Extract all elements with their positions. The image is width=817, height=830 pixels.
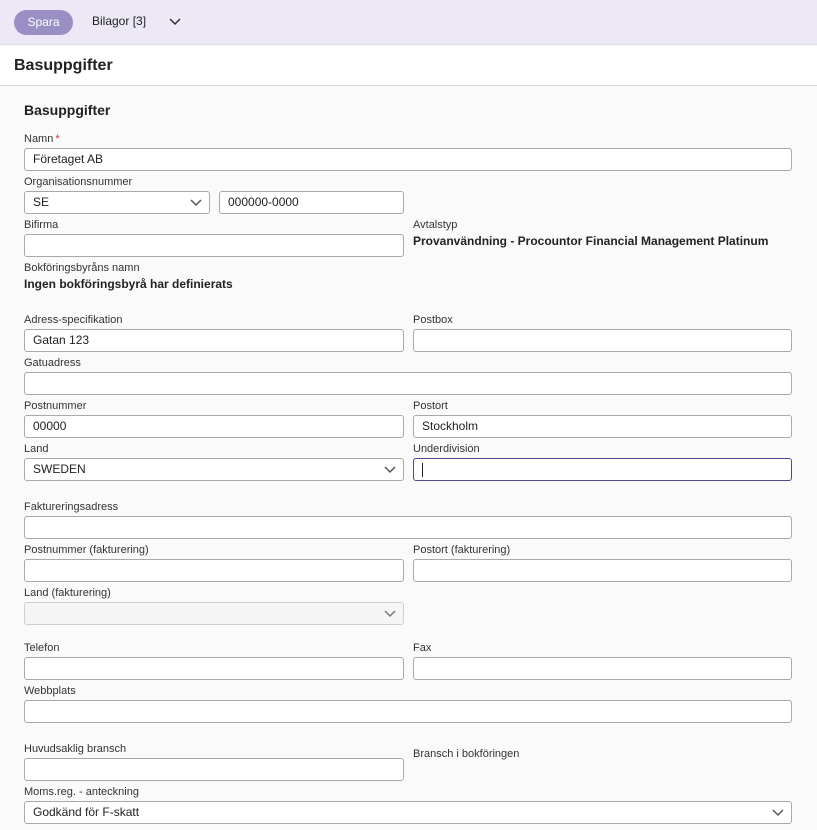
attachments-button[interactable]: Bilagor [3] [92, 14, 146, 28]
website-label: Webbplats [24, 685, 76, 697]
fax-label: Fax [413, 642, 432, 654]
billing-postal-code-label: Postnummer (fakturering) [24, 544, 149, 556]
chevron-down-icon [384, 610, 396, 618]
website-field[interactable] [24, 700, 792, 723]
name-field[interactable]: Företaget AB [24, 148, 792, 171]
billing-postal-code-field[interactable] [24, 559, 404, 582]
postal-code-label: Postnummer [24, 400, 87, 412]
postal-code-field[interactable]: 00000 [24, 415, 404, 438]
phone-field[interactable] [24, 657, 404, 680]
required-mark: * [55, 133, 60, 145]
bifirma-field[interactable] [24, 234, 404, 257]
text-caret [422, 462, 423, 477]
agreement-label: Avtalstyp [413, 219, 458, 231]
agreement-value: Provanvändning - Procountor Financial Ma… [413, 234, 769, 248]
chevron-down-icon[interactable] [168, 15, 182, 29]
save-button[interactable]: Spara [14, 10, 73, 35]
name-label: Namn * [24, 133, 60, 145]
billing-country-label: Land (fakturering) [24, 587, 111, 599]
vat-note-select[interactable]: Godkänd för F-skatt [24, 801, 792, 824]
accounting-industry-label: Bransch i bokföringen [413, 748, 520, 760]
billing-address-field[interactable] [24, 516, 792, 539]
phone-label: Telefon [24, 642, 60, 654]
street-field[interactable] [24, 372, 792, 395]
subdivision-label: Underdivision [413, 443, 480, 455]
bureau-value: Ingen bokföringsbyrå har definierats [24, 277, 233, 291]
section-title: Basuppgifter [24, 102, 111, 118]
vat-note-value: Godkänd för F-skatt [33, 805, 140, 819]
postbox-field[interactable] [413, 329, 792, 352]
city-label: Postort [413, 400, 448, 412]
vat-note-label: Moms.reg. - anteckning [24, 786, 139, 798]
country-value: SWEDEN [33, 462, 86, 476]
name-label-text: Namn [24, 133, 54, 145]
postbox-label: Postbox [413, 314, 453, 326]
city-field[interactable]: Stockholm [413, 415, 792, 438]
page-header: Basuppgifter [0, 46, 817, 86]
billing-country-select[interactable] [24, 602, 404, 625]
chevron-down-icon [190, 199, 202, 207]
main-industry-field[interactable] [24, 758, 404, 781]
billing-city-field[interactable] [413, 559, 792, 582]
org-country-select[interactable]: SE [24, 191, 210, 214]
address-spec-field[interactable]: Gatan 123 [24, 329, 404, 352]
fax-field[interactable] [413, 657, 792, 680]
page-title: Basuppgifter [14, 57, 113, 74]
country-select[interactable]: SWEDEN [24, 458, 404, 481]
bureau-label: Bokföringsbyråns namn [24, 262, 140, 274]
street-label: Gatuadress [24, 357, 81, 369]
billing-address-label: Faktureringsadress [24, 501, 119, 513]
toolbar: Spara Bilagor [3] [0, 0, 817, 45]
org-country-value: SE [33, 195, 50, 209]
bifirma-label: Bifirma [24, 219, 59, 231]
country-label: Land [24, 443, 49, 455]
org-number-label: Organisationsnummer [24, 176, 133, 188]
billing-city-label: Postort (fakturering) [413, 544, 511, 556]
address-spec-label: Adress-specifikation [24, 314, 123, 326]
org-number-field[interactable]: 000000-0000 [219, 191, 404, 214]
chevron-down-icon [384, 466, 396, 474]
chevron-down-icon [772, 809, 784, 817]
main-industry-label: Huvudsaklig bransch [24, 743, 127, 755]
subdivision-field[interactable] [413, 458, 792, 481]
